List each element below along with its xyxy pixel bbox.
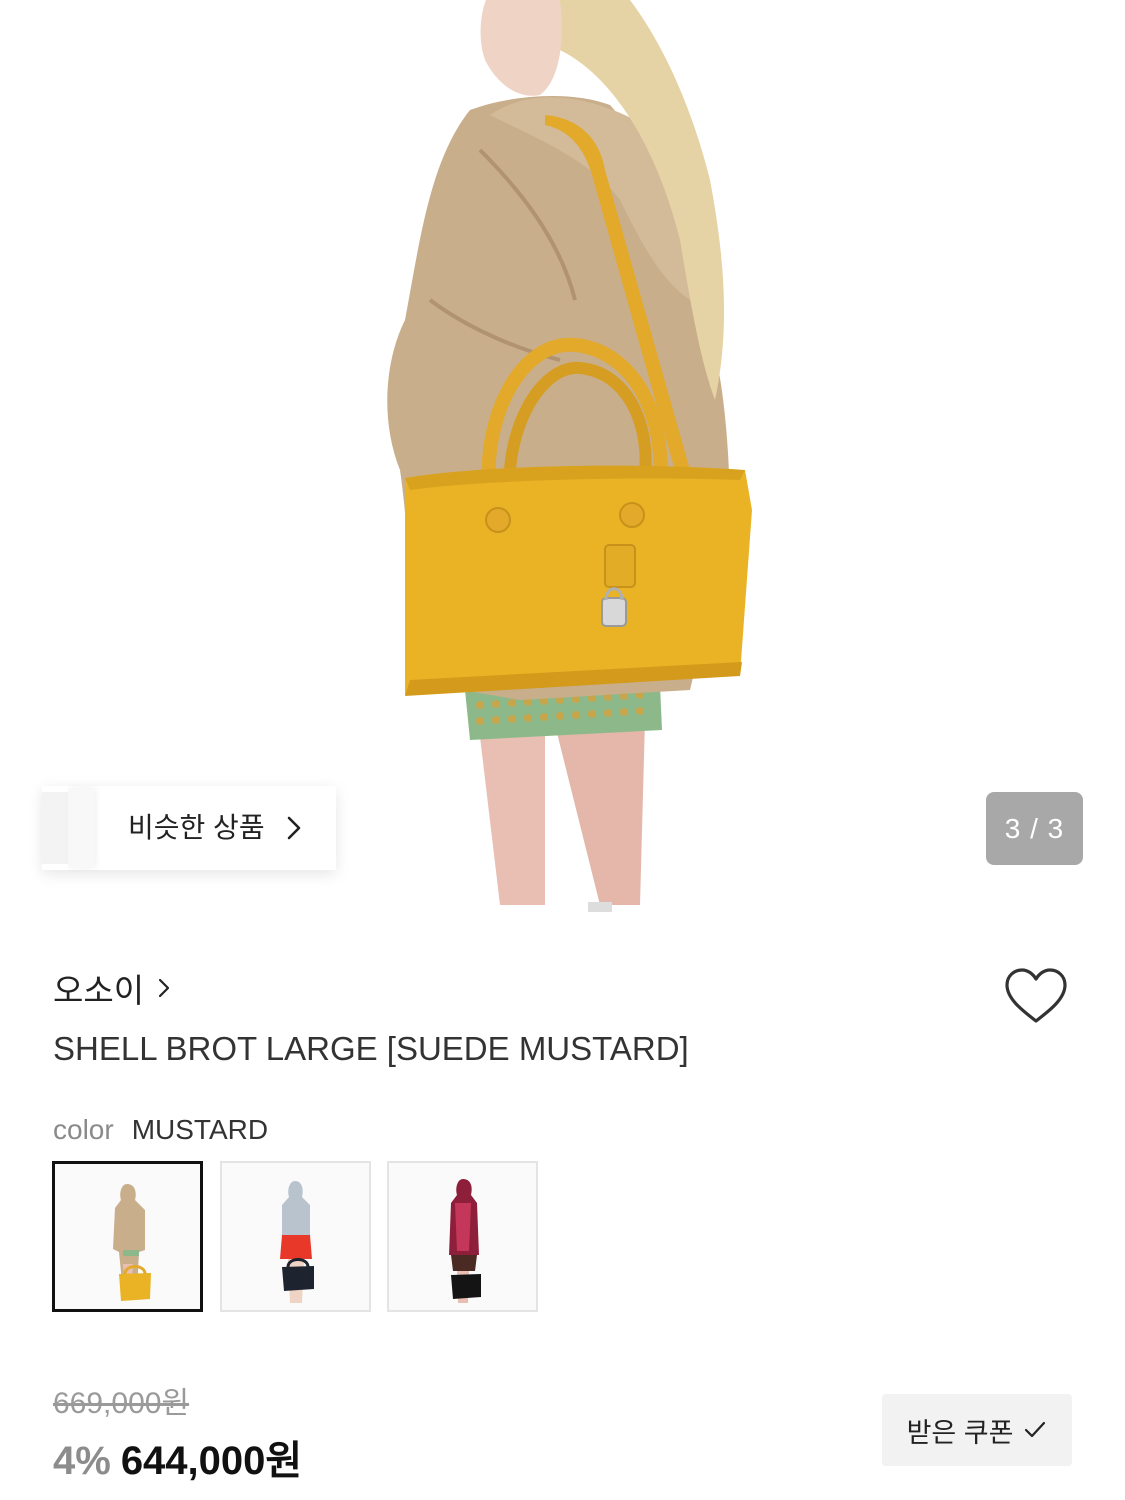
product-photo bbox=[387, 0, 752, 912]
color-swatch-mustard[interactable] bbox=[52, 1161, 203, 1312]
discount-rate: 4% bbox=[53, 1439, 111, 1483]
sale-price: 644,000원 bbox=[120, 1439, 303, 1483]
product-image-gallery[interactable]: 비슷한 상품 3 / 3 bbox=[0, 0, 1125, 912]
color-swatch-burgundy[interactable] bbox=[387, 1161, 538, 1312]
color-option-row: color MUSTARD bbox=[53, 1110, 268, 1150]
original-price: 669,000원 bbox=[53, 1387, 190, 1420]
coupon-label: 받은 쿠폰 bbox=[906, 1417, 1014, 1448]
product-title: SHELL BROT LARGE [SUEDE MUSTARD] bbox=[53, 1030, 689, 1067]
image-page-counter: 3 / 3 bbox=[986, 792, 1083, 865]
similar-stack-layer bbox=[68, 788, 94, 868]
swatch-thumbnail bbox=[280, 1181, 314, 1303]
similar-products-label: 비슷한 상품 bbox=[128, 812, 265, 843]
received-coupon-button[interactable]: 받은 쿠폰 bbox=[882, 1394, 1072, 1466]
chevron-right-icon bbox=[158, 978, 170, 998]
check-icon bbox=[1025, 1421, 1046, 1438]
brand-link[interactable]: 오소이 bbox=[53, 966, 170, 1010]
brand-name: 오소이 bbox=[53, 972, 145, 1009]
heart-outline-icon[interactable] bbox=[1003, 966, 1069, 1026]
color-value: MUSTARD bbox=[131, 1114, 269, 1145]
color-label: color bbox=[53, 1114, 114, 1145]
similar-products-button[interactable]: 비슷한 상품 bbox=[42, 786, 336, 870]
color-swatch-red[interactable] bbox=[220, 1161, 371, 1312]
sale-price-row: 4% 644,000원 bbox=[53, 1428, 302, 1486]
swatch-thumbnail bbox=[113, 1184, 151, 1301]
swatch-thumbnail bbox=[449, 1179, 481, 1303]
similar-stack-layer bbox=[42, 792, 68, 864]
chevron-right-icon bbox=[287, 816, 301, 840]
